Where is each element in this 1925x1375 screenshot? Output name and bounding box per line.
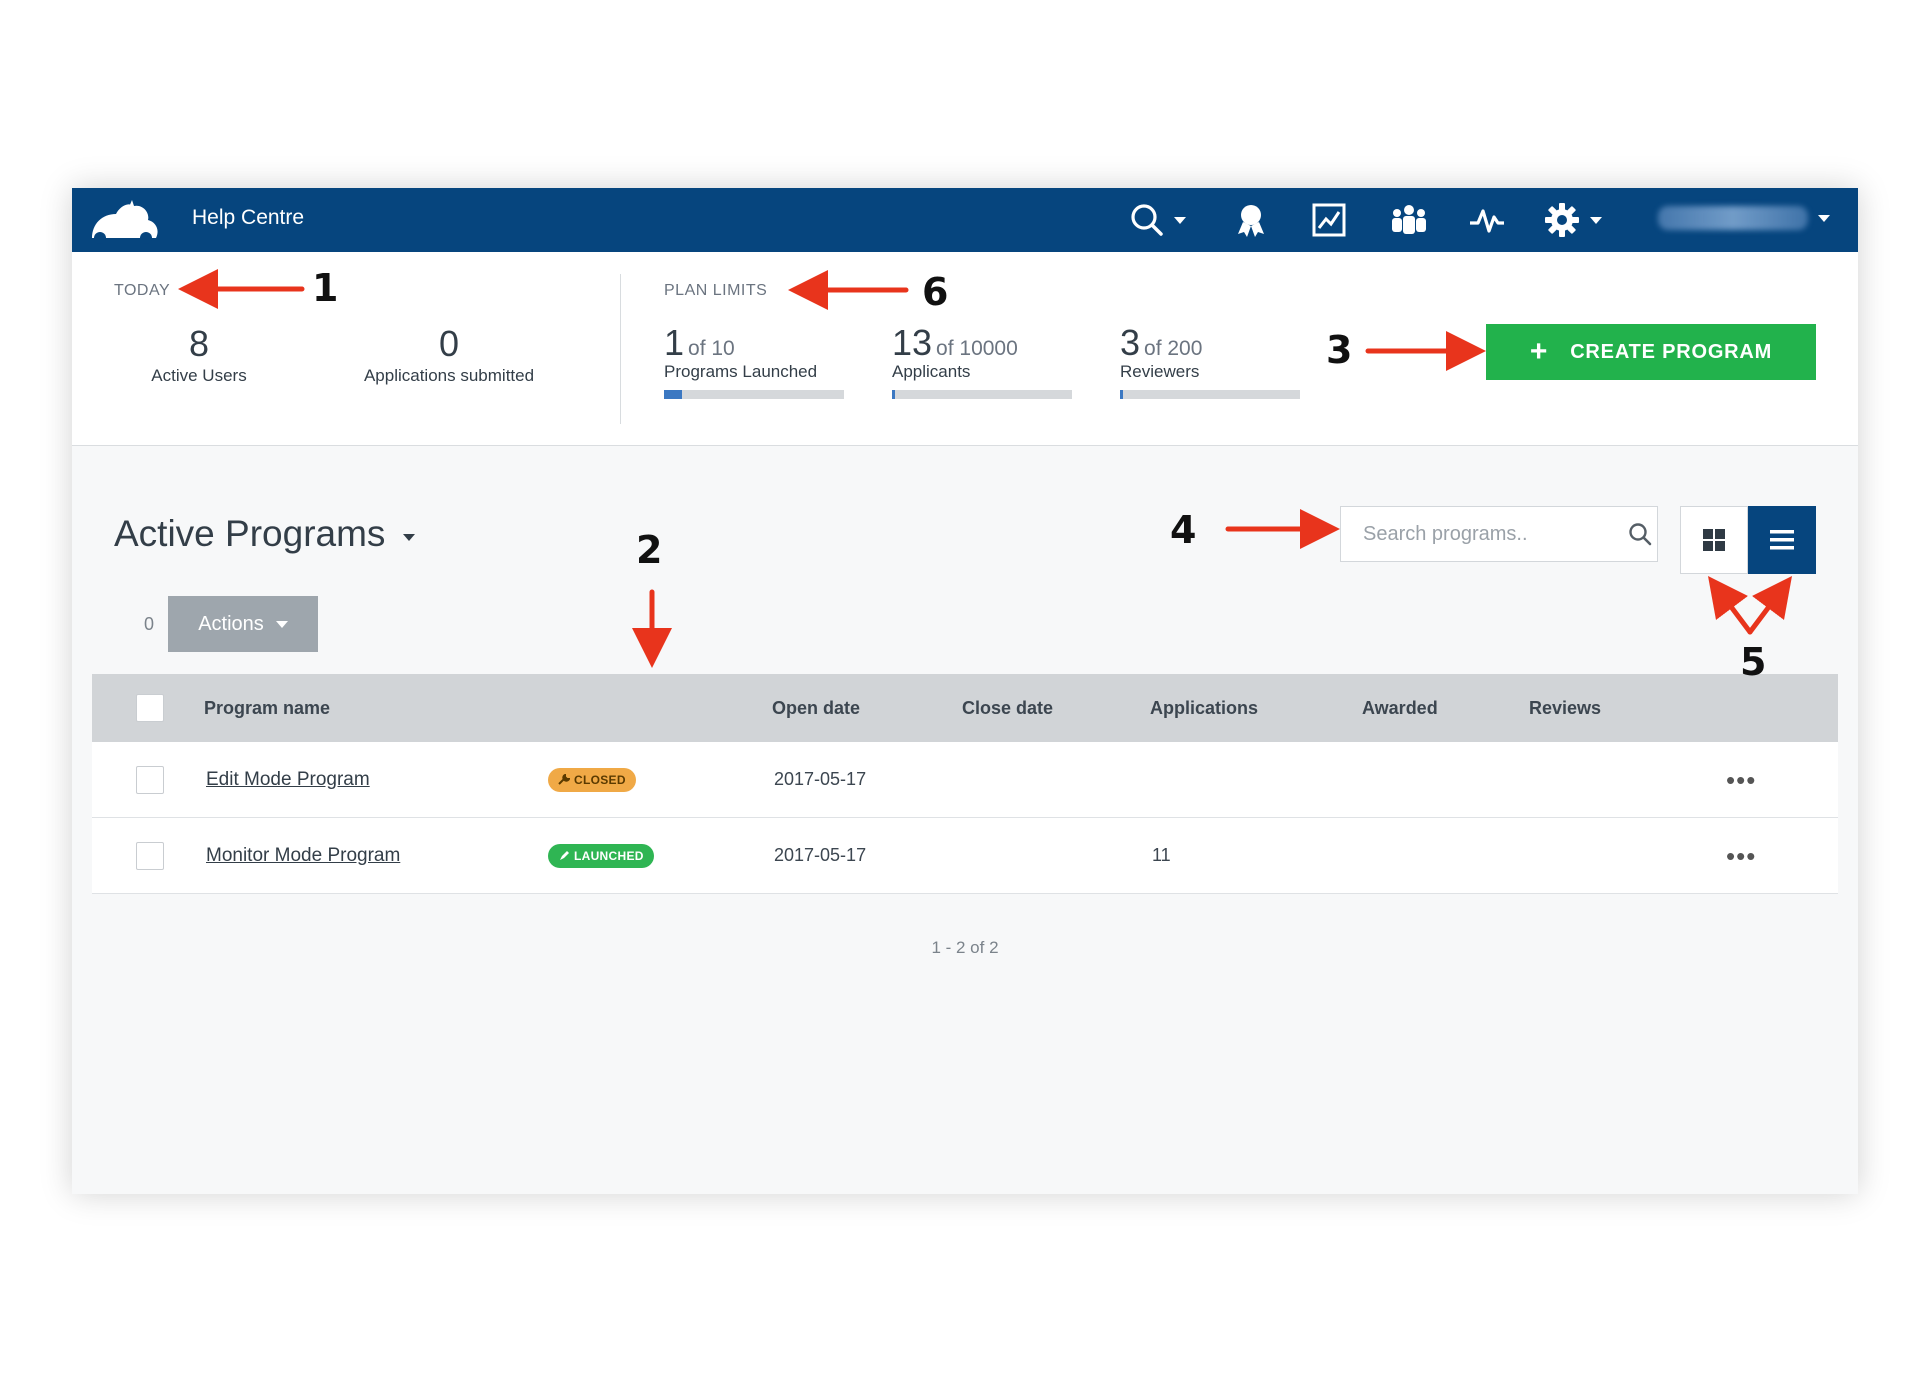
annotation-5: 5 xyxy=(1740,640,1767,684)
annotation-2: 2 xyxy=(636,528,663,572)
annotation-1: 1 xyxy=(312,266,339,310)
annotation-3: 3 xyxy=(1326,328,1353,372)
annotation-arrow-5b xyxy=(1747,576,1792,635)
annotation-arrows xyxy=(178,269,1792,668)
annotation-4: 4 xyxy=(1170,508,1197,552)
annotation-6: 6 xyxy=(922,270,949,314)
annotation-arrow-5a xyxy=(1708,576,1753,635)
